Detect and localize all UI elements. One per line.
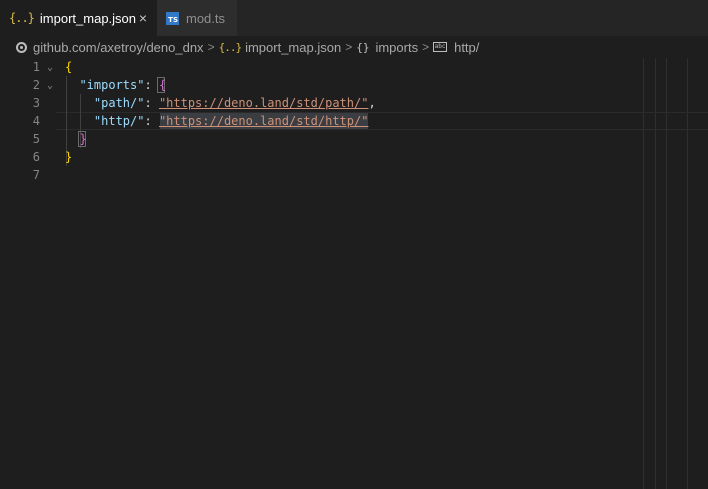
comma: , <box>368 96 376 110</box>
code-line: 7 <box>0 166 708 184</box>
json-file-icon: {..} <box>9 11 35 25</box>
line-number: 5 <box>32 132 40 146</box>
code-line: 1 ⌄ { <box>0 58 708 76</box>
close-brace: } <box>79 132 87 146</box>
fold-chevron-icon[interactable]: ⌄ <box>47 80 53 91</box>
json-key: "path/" <box>93 96 145 110</box>
json-string-link[interactable]: "https://deno.land/std/path/" <box>159 96 369 110</box>
breadcrumb-http-label: http/ <box>454 39 480 55</box>
colon: : <box>144 114 159 128</box>
breadcrumb-file-label: import_map.json <box>245 39 342 55</box>
code-line: 2 ⌄ "imports": { <box>0 76 708 94</box>
breadcrumb-imports-label: imports <box>375 39 419 55</box>
line-number: 6 <box>32 150 40 164</box>
chevron-right-icon: > <box>422 40 430 54</box>
breadcrumb-http[interactable]: abc http/ <box>433 40 479 55</box>
line-number: 7 <box>32 168 40 182</box>
breadcrumb-file[interactable]: {..} import_map.json <box>219 40 342 55</box>
breadcrumb-repo-label: github.com/axetroy/deno_dnx <box>33 39 204 55</box>
line-number: 1 <box>32 60 40 74</box>
code-line: 5 } <box>0 130 708 148</box>
code-line: 4 "http/": "https://deno.land/std/http/" <box>0 112 708 130</box>
line-number: 4 <box>32 114 40 128</box>
tab-mod-ts[interactable]: TS mod.ts <box>157 0 237 36</box>
colon: : <box>144 96 159 110</box>
json-string-link[interactable]: "https://deno.land/std/http/" <box>159 114 369 128</box>
code-editor[interactable]: 1 ⌄ { 2 ⌄ "imports": { 3 "path/": "https… <box>0 58 708 489</box>
typescript-file-icon: TS <box>166 11 179 25</box>
code-line: 3 "path/": "https://deno.land/std/path/"… <box>0 94 708 112</box>
json-key: "http/" <box>93 114 145 128</box>
open-brace: { <box>158 78 167 92</box>
line-number: 2 <box>32 78 40 92</box>
chevron-right-icon: > <box>345 40 353 54</box>
close-brace: } <box>65 150 73 164</box>
open-brace: { <box>65 60 73 74</box>
code-line: 6 } <box>0 148 708 166</box>
string-icon: abc <box>433 42 448 52</box>
close-icon[interactable]: × <box>139 10 147 26</box>
tab-label: mod.ts <box>186 10 226 26</box>
tab-import-map-json[interactable]: {..} import_map.json × <box>0 0 157 36</box>
json-key: "imports" <box>79 78 145 92</box>
repo-icon <box>16 41 27 53</box>
fold-chevron-icon[interactable]: ⌄ <box>47 62 53 73</box>
chevron-right-icon: > <box>207 40 215 54</box>
json-file-icon: {..} <box>218 40 242 54</box>
tab-label: import_map.json <box>39 10 137 26</box>
colon: : <box>144 78 159 92</box>
line-number: 3 <box>32 96 40 110</box>
tab-bar: {..} import_map.json × TS mod.ts <box>0 0 708 36</box>
tab-bar-empty-area <box>237 0 708 36</box>
breadcrumb-imports[interactable]: {} imports <box>356 40 418 55</box>
breadcrumb: github.com/axetroy/deno_dnx > {..} impor… <box>0 36 708 58</box>
object-icon: {} <box>356 40 370 54</box>
breadcrumb-repo[interactable]: github.com/axetroy/deno_dnx <box>16 40 204 55</box>
